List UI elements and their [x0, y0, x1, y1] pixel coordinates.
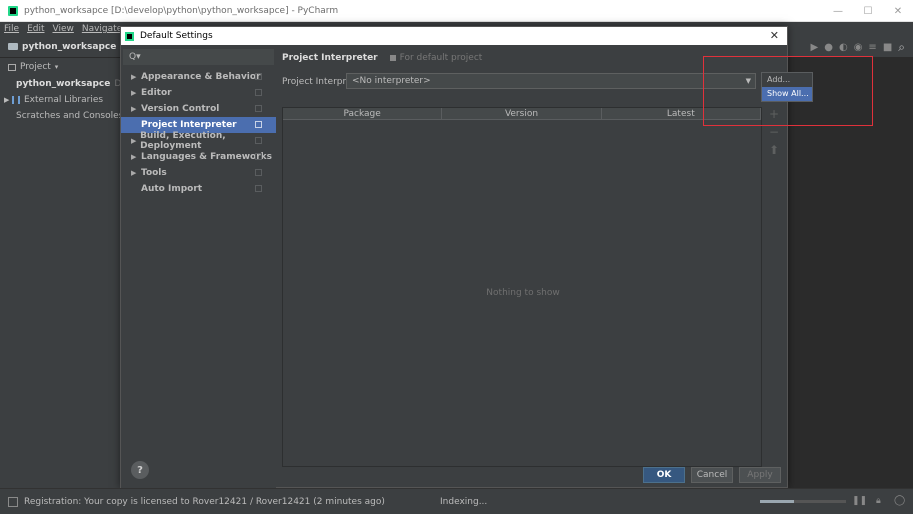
search-everywhere-icon[interactable]: ⌕ — [898, 40, 905, 55]
expand-arrow-icon: ▶ — [131, 153, 137, 161]
dialog-titlebar: Default Settings ✕ — [121, 27, 787, 45]
pycharm-icon — [125, 31, 134, 41]
project-settings-icon — [255, 89, 262, 96]
category-label: Editor — [141, 88, 172, 98]
panel-header: Project Interpreter For default project — [282, 53, 482, 63]
breadcrumb-project: python_worksapce — [22, 41, 117, 52]
panel-scope-label: For default project — [399, 53, 483, 63]
project-view-selector[interactable]: Project ▾ — [0, 58, 122, 76]
annotation-highlight-box — [703, 56, 873, 126]
menu-file[interactable]: File — [4, 24, 19, 34]
empty-table-text: Nothing to show — [486, 288, 560, 298]
category-label: Tools — [141, 168, 167, 178]
dialog-title: Default Settings — [140, 31, 213, 41]
status-bar: Registration: Your copy is licensed to R… — [0, 488, 913, 514]
menu-view[interactable]: View — [53, 24, 74, 34]
expand-arrow-icon: ▶ — [131, 105, 137, 113]
settings-category-editor[interactable]: ▶ Editor — [121, 85, 276, 101]
pause-icon[interactable]: ❚❚ — [852, 496, 867, 506]
close-icon[interactable]: ✕ — [770, 29, 779, 42]
minimize-button[interactable]: — — [823, 0, 853, 22]
project-settings-icon — [255, 121, 262, 128]
stop-icon[interactable]: ■ — [883, 42, 892, 53]
dialog-buttons: OK Cancel Apply — [637, 467, 781, 483]
project-settings-icon — [255, 137, 262, 144]
close-window-button[interactable]: ✕ — [883, 0, 913, 22]
project-settings-icon — [255, 185, 262, 192]
category-label: Appearance & Behavior — [141, 72, 261, 82]
category-label: Languages & Frameworks — [141, 152, 273, 162]
column-version[interactable]: Version — [442, 108, 602, 119]
settings-tree: Q▾ ▶ Appearance & Behavior ▶ Editor ▶ Ve… — [121, 45, 276, 489]
table-header: Package Version Latest — [283, 108, 761, 120]
tree-item-external-libraries[interactable]: ▶ External Libraries — [0, 92, 122, 108]
project-settings-icon — [255, 153, 262, 160]
project-panel: Project ▾ python_worksapce D:\ ▶ Externa… — [0, 58, 127, 488]
category-label: Auto Import — [141, 184, 203, 194]
upgrade-package-icon[interactable]: ⬆ — [764, 143, 784, 161]
settings-category-build[interactable]: ▶ Build, Execution, Deployment — [121, 131, 276, 151]
remove-package-icon[interactable]: − — [764, 125, 784, 143]
indexing-progress-bar — [760, 500, 846, 503]
run-icon[interactable]: ▶ — [811, 42, 819, 53]
interpreter-value: <No interpreter> — [352, 76, 431, 86]
settings-category-version-control[interactable]: ▶ Version Control — [121, 101, 276, 117]
tree-item-label: python_worksapce — [16, 79, 111, 89]
expand-arrow-icon: ▶ — [131, 89, 137, 97]
maximize-button[interactable]: ☐ — [853, 0, 883, 22]
menu-edit[interactable]: Edit — [27, 24, 44, 34]
toolbar-icons: ▶ ● ◐ ◉ ≡ ■ ⌕ — [805, 40, 905, 55]
help-button[interactable]: ? — [131, 461, 149, 479]
project-view-label: Project — [20, 62, 51, 72]
interpreter-select[interactable]: <No interpreter> ▼ — [346, 73, 756, 89]
cancel-button[interactable]: Cancel — [691, 467, 733, 483]
category-label: Project Interpreter — [141, 120, 237, 130]
ok-button[interactable]: OK — [643, 467, 685, 483]
window-controls: — ☐ ✕ — [823, 0, 913, 22]
coverage-icon[interactable]: ◐ — [839, 42, 848, 53]
pycharm-icon — [8, 5, 18, 16]
chevron-down-icon: ▾ — [54, 63, 59, 71]
tree-item-label: External Libraries — [24, 95, 104, 105]
project-settings-icon — [255, 73, 262, 80]
panel-scope: For default project — [389, 53, 483, 63]
lock-icon[interactable]: 🔒︎ — [876, 496, 881, 506]
profile-icon[interactable]: ◉ — [854, 42, 863, 53]
settings-category-auto-import[interactable]: Auto Import — [121, 181, 276, 197]
project-settings-icon — [255, 105, 262, 112]
settings-category-appearance[interactable]: ▶ Appearance & Behavior — [121, 69, 276, 85]
folder-icon — [8, 43, 18, 50]
category-label: Version Control — [141, 104, 220, 114]
tree-item-scratches[interactable]: Scratches and Consoles — [0, 108, 124, 124]
settings-category-tools[interactable]: ▶ Tools — [121, 165, 276, 181]
menu-navigate[interactable]: Navigate — [82, 24, 122, 34]
tree-item-project-root[interactable]: python_worksapce D:\ — [0, 76, 127, 92]
library-icon — [12, 96, 20, 104]
expand-arrow-icon: ▶ — [131, 137, 137, 145]
tree-item-label: Scratches and Consoles — [16, 111, 124, 121]
packages-table: Package Version Latest Nothing to show — [282, 107, 762, 467]
window-titlebar: python_worksapce [D:\develop\python\pyth… — [0, 0, 913, 22]
indexing-status: Indexing... — [440, 496, 488, 507]
expand-arrow-icon: ▶ — [131, 169, 137, 177]
panel-title: Project Interpreter — [282, 53, 378, 63]
default-settings-dialog: Default Settings ✕ Q▾ ▶ Appearance & Beh… — [120, 26, 788, 489]
project-icon — [8, 63, 16, 71]
structure-icon[interactable]: ≡ — [868, 42, 876, 53]
project-settings-icon — [255, 169, 262, 176]
settings-search-input[interactable]: Q▾ — [123, 49, 274, 65]
settings-category-languages[interactable]: ▶ Languages & Frameworks — [121, 149, 276, 165]
debug-icon[interactable]: ● — [824, 42, 833, 53]
tool-windows-icon[interactable] — [8, 497, 18, 507]
window-title: python_worksapce [D:\develop\python\pyth… — [24, 5, 339, 16]
registration-status[interactable]: Registration: Your copy is licensed to R… — [24, 497, 385, 507]
apply-button[interactable]: Apply — [739, 467, 781, 483]
expand-arrow-icon[interactable]: ▶ — [4, 96, 12, 104]
event-log-icon[interactable]: ◯ — [894, 495, 905, 506]
default-project-icon — [389, 55, 396, 61]
expand-arrow-icon: ▶ — [131, 73, 137, 81]
column-package[interactable]: Package — [283, 108, 443, 119]
breadcrumb[interactable]: python_worksapce — [8, 42, 116, 52]
